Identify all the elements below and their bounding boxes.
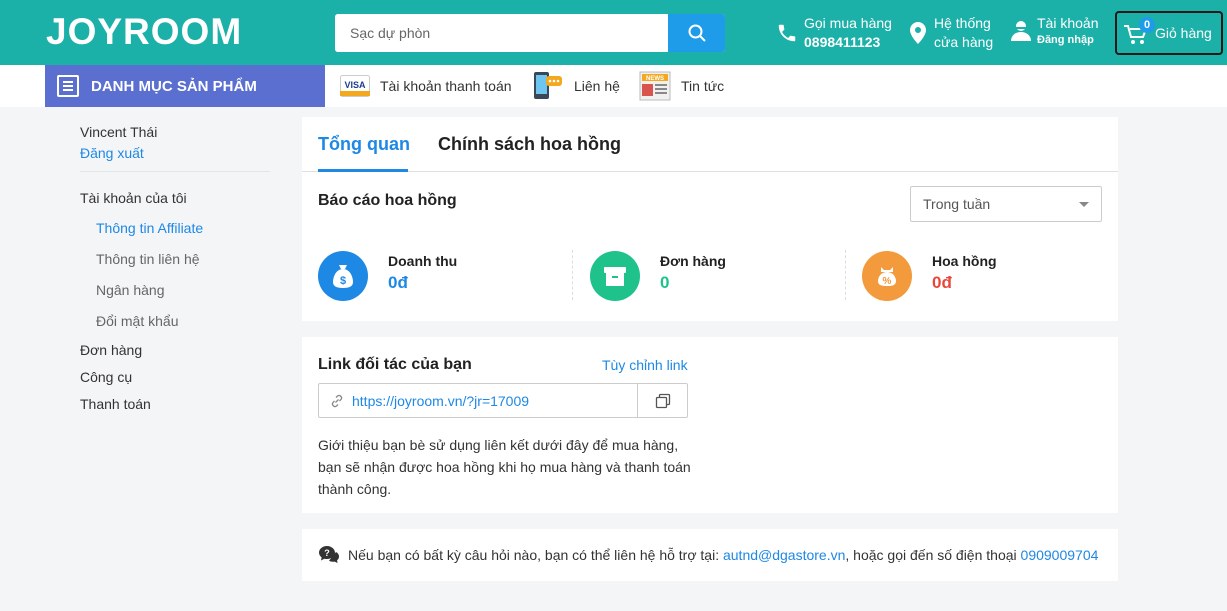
- top-header: JOYROOM Gọi mua hàng0898411123 Hệ thốngc…: [0, 0, 1227, 65]
- stat-value: 0: [660, 273, 670, 292]
- sidebar-divider: [80, 171, 270, 172]
- stat-label: Đơn hàng: [660, 253, 726, 269]
- user-name: Vincent Thái: [80, 124, 158, 140]
- newspaper-icon: NEWS: [639, 71, 671, 101]
- mobile-chat-icon: [534, 72, 562, 99]
- sidebar-item-tools[interactable]: Công cụ: [80, 369, 270, 385]
- account-sidebar: Vincent Thái Đăng xuất Tài khoản của tôi…: [80, 124, 270, 412]
- stat-label: Doanh thu: [388, 253, 458, 269]
- tab-commission-policy[interactable]: Chính sách hoa hồng: [438, 134, 621, 155]
- tab-overview[interactable]: Tổng quan: [318, 134, 410, 155]
- phone-icon: [778, 24, 796, 42]
- svg-text:%: %: [883, 276, 892, 287]
- stat-value: 0đ: [388, 273, 408, 292]
- nav-payment-account[interactable]: VISA Tài khoản thanh toán: [340, 71, 512, 101]
- search-icon: [688, 24, 706, 42]
- report-title: Báo cáo hoa hồng: [318, 192, 457, 209]
- stat-commission: % Hoa hồng 0đ: [862, 251, 997, 301]
- product-category-menu[interactable]: DANH MỤC SẢN PHẨM: [45, 65, 325, 107]
- search-input[interactable]: [335, 14, 668, 52]
- logout-link[interactable]: Đăng xuất: [80, 145, 270, 161]
- cart-button[interactable]: Giỏ hàng 0: [1115, 11, 1223, 55]
- main-nav: DANH MỤC SẢN PHẨM VISA Tài khoản thanh t…: [0, 65, 1227, 107]
- partner-link-description: Giới thiệu bạn bè sử dụng liên kết dưới …: [318, 437, 691, 497]
- svg-text:$: $: [340, 275, 346, 287]
- stat-revenue: $ Doanh thu 0đ: [318, 251, 457, 301]
- account-menu[interactable]: Tài khoản Đăng nhập: [1011, 14, 1098, 47]
- stat-orders: Đơn hàng 0: [590, 251, 726, 301]
- stat-divider: [572, 250, 573, 300]
- svg-text:NEWS: NEWS: [646, 76, 664, 82]
- chevron-down-icon: [1079, 202, 1089, 207]
- hotline[interactable]: Gọi mua hàng 0898411123: [776, 14, 892, 52]
- stat-label: Hoa hồng: [932, 253, 997, 269]
- copy-link-button[interactable]: [637, 384, 687, 417]
- customize-link[interactable]: Tùy chỉnh link: [602, 357, 688, 373]
- stat-value: 0đ: [932, 273, 952, 292]
- svg-text:VISA: VISA: [344, 80, 366, 90]
- sidebar-item-change-password[interactable]: Đổi mật khẩu: [80, 313, 270, 329]
- partner-link-title: Link đối tác của bạn: [318, 356, 472, 373]
- sidebar-item-bank[interactable]: Ngân hàng: [80, 282, 270, 298]
- joyroom-logo[interactable]: JOYROOM: [46, 12, 242, 52]
- support-email-link[interactable]: autnd@dgastore.vn: [723, 547, 845, 563]
- partner-link-field[interactable]: https://joyroom.vn/?jr=17009: [318, 383, 688, 418]
- question-chat-icon: ?: [319, 546, 339, 563]
- location-pin-icon: [910, 22, 926, 44]
- search-button[interactable]: [668, 14, 725, 52]
- hamburger-icon: [57, 75, 79, 97]
- nav-contact[interactable]: Liên hệ: [532, 71, 620, 101]
- copy-icon: [655, 393, 670, 408]
- support-phone-link[interactable]: 0909009704: [1021, 547, 1099, 563]
- cart-count-badge: 0: [1139, 17, 1155, 33]
- sidebar-item-affiliate-info[interactable]: Thông tin Affiliate: [80, 220, 270, 236]
- partner-link-url: https://joyroom.vn/?jr=17009: [352, 393, 530, 409]
- sidebar-item-contact-info[interactable]: Thông tin liên hệ: [80, 251, 270, 267]
- store-locator[interactable]: Hệ thống cửa hàng: [910, 14, 993, 52]
- discount-percent-icon: %: [862, 251, 912, 301]
- money-bag-icon: $: [318, 251, 368, 301]
- search-bar: [335, 14, 725, 52]
- visa-card-icon: VISA: [340, 75, 370, 97]
- sidebar-item-payment[interactable]: Thanh toán: [80, 396, 270, 412]
- support-info-bar: ? Nếu bạn có bất kỳ câu hỏi nào, bạn có …: [302, 529, 1118, 581]
- period-select[interactable]: Trong tuần: [910, 186, 1102, 222]
- user-icon: [1011, 20, 1031, 41]
- link-icon: [331, 394, 343, 408]
- content-tabs: Tổng quan Chính sách hoa hồng: [302, 117, 1118, 172]
- sidebar-item-my-account[interactable]: Tài khoản của tôi: [80, 190, 270, 206]
- stat-divider: [845, 250, 846, 300]
- svg-text:?: ?: [324, 548, 330, 558]
- sidebar-item-orders[interactable]: Đơn hàng: [80, 342, 270, 358]
- nav-news[interactable]: NEWS Tin tức: [639, 71, 724, 101]
- package-box-icon: [590, 251, 640, 301]
